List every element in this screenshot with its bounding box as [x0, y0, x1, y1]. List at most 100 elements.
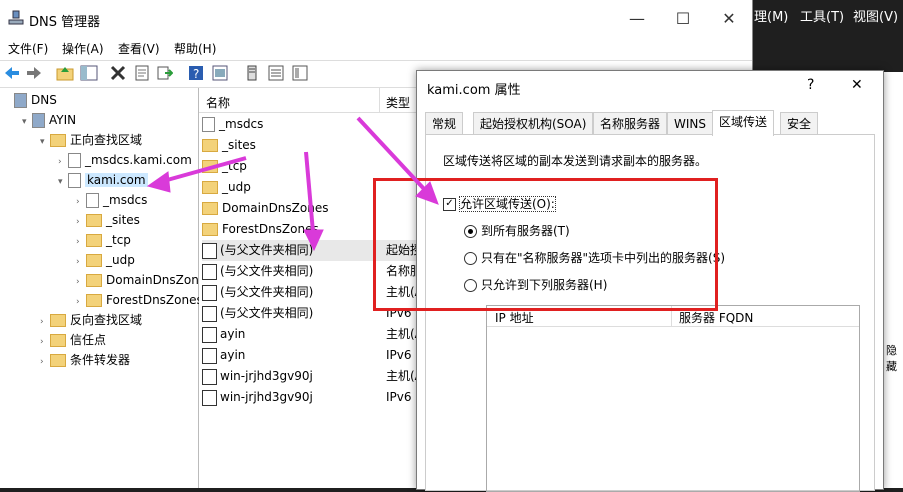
tab-soa[interactable]: 起始授权机构(SOA) [473, 112, 594, 135]
bg-menu-tools[interactable]: 工具(T) [800, 6, 844, 25]
svg-text:?: ? [193, 67, 199, 81]
tree-node[interactable]: ▾ kami.com [58, 170, 148, 190]
folder-icon [202, 202, 218, 215]
mmc-icon[interactable] [212, 65, 228, 81]
column-server-fqdn[interactable]: 服务器 FQDN [679, 309, 753, 326]
folder-icon [202, 181, 218, 194]
collapse-arrow-icon[interactable]: › [76, 212, 86, 232]
folder-icon [86, 214, 102, 227]
record-icon [202, 305, 217, 322]
zone-icon [86, 193, 99, 208]
collapse-arrow-icon[interactable]: › [40, 312, 50, 332]
collapse-arrow-icon[interactable]: › [76, 192, 86, 212]
list-item[interactable]: ayin IPv6 主 [202, 345, 429, 366]
dialog-title: kami.com 属性 [427, 83, 521, 98]
collapse-arrow-icon[interactable]: › [76, 292, 86, 312]
tree-node[interactable]: DNS [4, 90, 57, 110]
expand-arrow-icon[interactable]: ▾ [22, 112, 32, 132]
list-header: 名称 类型 [199, 88, 429, 113]
expand-arrow-icon[interactable]: ▾ [40, 132, 50, 152]
server-icon[interactable] [246, 65, 258, 81]
record-name: (与父文件夹相同) [220, 243, 314, 257]
bg-hide-text: 隐藏 [886, 344, 897, 373]
tree-node-label: kami.com [85, 173, 148, 187]
list-item[interactable]: _sites [202, 135, 429, 156]
help-icon[interactable]: ? [188, 65, 204, 81]
column-header-name[interactable]: 名称 [206, 94, 230, 111]
dialog-help-button[interactable]: ? [807, 77, 814, 93]
folder-icon [50, 334, 66, 347]
list-item[interactable]: ayin 主机(A [202, 324, 429, 345]
tree-node[interactable]: ▾ 正向查找区域 [40, 130, 142, 150]
list-icon[interactable] [268, 65, 284, 81]
tree-node[interactable]: › ForestDnsZones [76, 290, 203, 310]
tree-node[interactable]: › 条件转发器 [40, 350, 130, 370]
menu-view[interactable]: 查看(V) [118, 40, 160, 57]
column-header-type[interactable]: 类型 [386, 94, 410, 111]
record-icon [202, 389, 217, 406]
expand-arrow-icon[interactable]: ▾ [58, 172, 68, 192]
show-tree-icon[interactable] [80, 65, 98, 81]
record-icon [202, 263, 217, 280]
delete-icon[interactable] [110, 65, 126, 81]
tab-security[interactable]: 安全 [780, 112, 819, 135]
bg-menu-view[interactable]: 视图(V) [853, 6, 898, 25]
minimize-button[interactable]: — [614, 6, 660, 32]
list-item[interactable]: _msdcs [202, 114, 429, 135]
collapse-arrow-icon[interactable]: › [40, 332, 50, 352]
record-name: _udp [222, 180, 251, 194]
list-item[interactable]: win-jrjhd3gv90j IPv6 主 [202, 387, 429, 408]
collapse-arrow-icon[interactable]: › [76, 272, 86, 292]
tab-wins[interactable]: WINS [667, 112, 713, 135]
tree-node[interactable]: ▾ AYIN [22, 110, 76, 130]
tree-node[interactable]: › _tcp [76, 230, 131, 250]
collapse-arrow-icon[interactable]: › [76, 252, 86, 272]
maximize-button[interactable]: ☐ [660, 6, 706, 32]
server-icon [32, 113, 45, 128]
tree-node-label: 条件转发器 [70, 353, 131, 367]
tree-node[interactable]: › _udp [76, 250, 135, 270]
bg-menu-manage[interactable]: 理(M) [754, 6, 788, 25]
record-icon [202, 284, 217, 301]
tab-general[interactable]: 常规 [425, 112, 464, 135]
record-icon [202, 368, 217, 385]
collapse-arrow-icon[interactable]: › [58, 152, 68, 172]
export-icon[interactable] [157, 65, 173, 81]
tree-node[interactable]: › 反向查找区域 [40, 310, 142, 330]
tree-node-label: _udp [106, 253, 135, 267]
tree-node-label: _tcp [106, 233, 131, 247]
records-icon[interactable] [292, 65, 308, 81]
collapse-arrow-icon[interactable]: › [40, 352, 50, 372]
list-item[interactable]: win-jrjhd3gv90j 主机(A [202, 366, 429, 387]
tree-node-label: _sites [106, 213, 140, 227]
column-ip-address[interactable]: IP 地址 [495, 309, 534, 326]
tree-node[interactable]: › DomainDnsZones [76, 270, 212, 290]
dialog-close-button[interactable]: ✕ [851, 77, 863, 93]
folder-icon [86, 294, 102, 307]
highlight-box [373, 178, 718, 311]
tree-node-label: AYIN [49, 113, 77, 127]
server-table[interactable]: IP 地址 服务器 FQDN [486, 305, 860, 492]
tree-node[interactable]: › 信任点 [40, 330, 106, 350]
folder-icon [202, 160, 218, 173]
tab-name-servers[interactable]: 名称服务器 [593, 112, 668, 135]
menu-file[interactable]: 文件(F) [8, 40, 48, 57]
forward-icon[interactable] [26, 66, 42, 80]
menu-help[interactable]: 帮助(H) [174, 40, 216, 57]
menu-action[interactable]: 操作(A) [62, 40, 104, 57]
tree-node-label: 信任点 [70, 333, 107, 347]
record-name: (与父文件夹相同) [220, 306, 314, 320]
record-name: _msdcs [219, 117, 264, 131]
back-icon[interactable] [4, 66, 20, 80]
tab-zone-transfers[interactable]: 区域传送 [712, 110, 775, 136]
tree-node-label: DNS [31, 93, 57, 107]
collapse-arrow-icon[interactable]: › [76, 232, 86, 252]
close-button[interactable]: ✕ [706, 6, 752, 32]
tree-node[interactable]: › _msdcs.kami.com [58, 150, 192, 170]
tree-node[interactable]: › _sites [76, 210, 140, 230]
up-folder-icon[interactable] [56, 65, 74, 81]
list-item[interactable]: _tcp [202, 156, 429, 177]
tree-node[interactable]: › _msdcs [76, 190, 147, 210]
zone-icon [68, 173, 81, 188]
properties-icon[interactable] [134, 65, 150, 81]
